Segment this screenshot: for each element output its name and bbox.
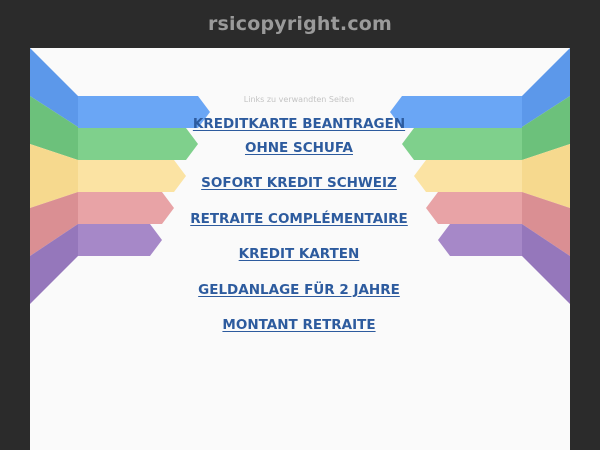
related-link[interactable]: MONTANT RETRAITE <box>190 314 408 338</box>
left-band-purple <box>78 224 162 256</box>
right-band-blue <box>390 96 522 128</box>
related-links-header: Links zu verwandten Seiten <box>243 95 355 104</box>
left-band-green <box>78 128 198 160</box>
site-domain-title: rsicopyright.com <box>207 13 393 35</box>
left-band-red <box>78 192 174 224</box>
related-link[interactable]: KREDITKARTE BEANTRAGEN OHNE SCHUFA <box>190 113 408 160</box>
right-band-green <box>402 128 522 160</box>
related-link[interactable]: KREDIT KARTEN <box>190 243 408 267</box>
content-panel: Links zu verwandten Seiten KREDITKARTE B… <box>30 48 570 450</box>
related-link[interactable]: RETRAITE COMPLÉMENTAIRE <box>190 208 408 232</box>
related-link[interactable]: SOFORT KREDIT SCHWEIZ <box>190 172 408 196</box>
right-band-red <box>426 192 522 224</box>
related-link[interactable]: GELDANLAGE FÜR 2 JAHRE <box>190 279 408 303</box>
right-band-yellow <box>414 160 522 192</box>
left-band-yellow <box>78 160 186 192</box>
related-links-list: Links zu verwandten Seiten KREDITKARTE B… <box>190 94 408 350</box>
right-band-purple <box>438 224 522 256</box>
